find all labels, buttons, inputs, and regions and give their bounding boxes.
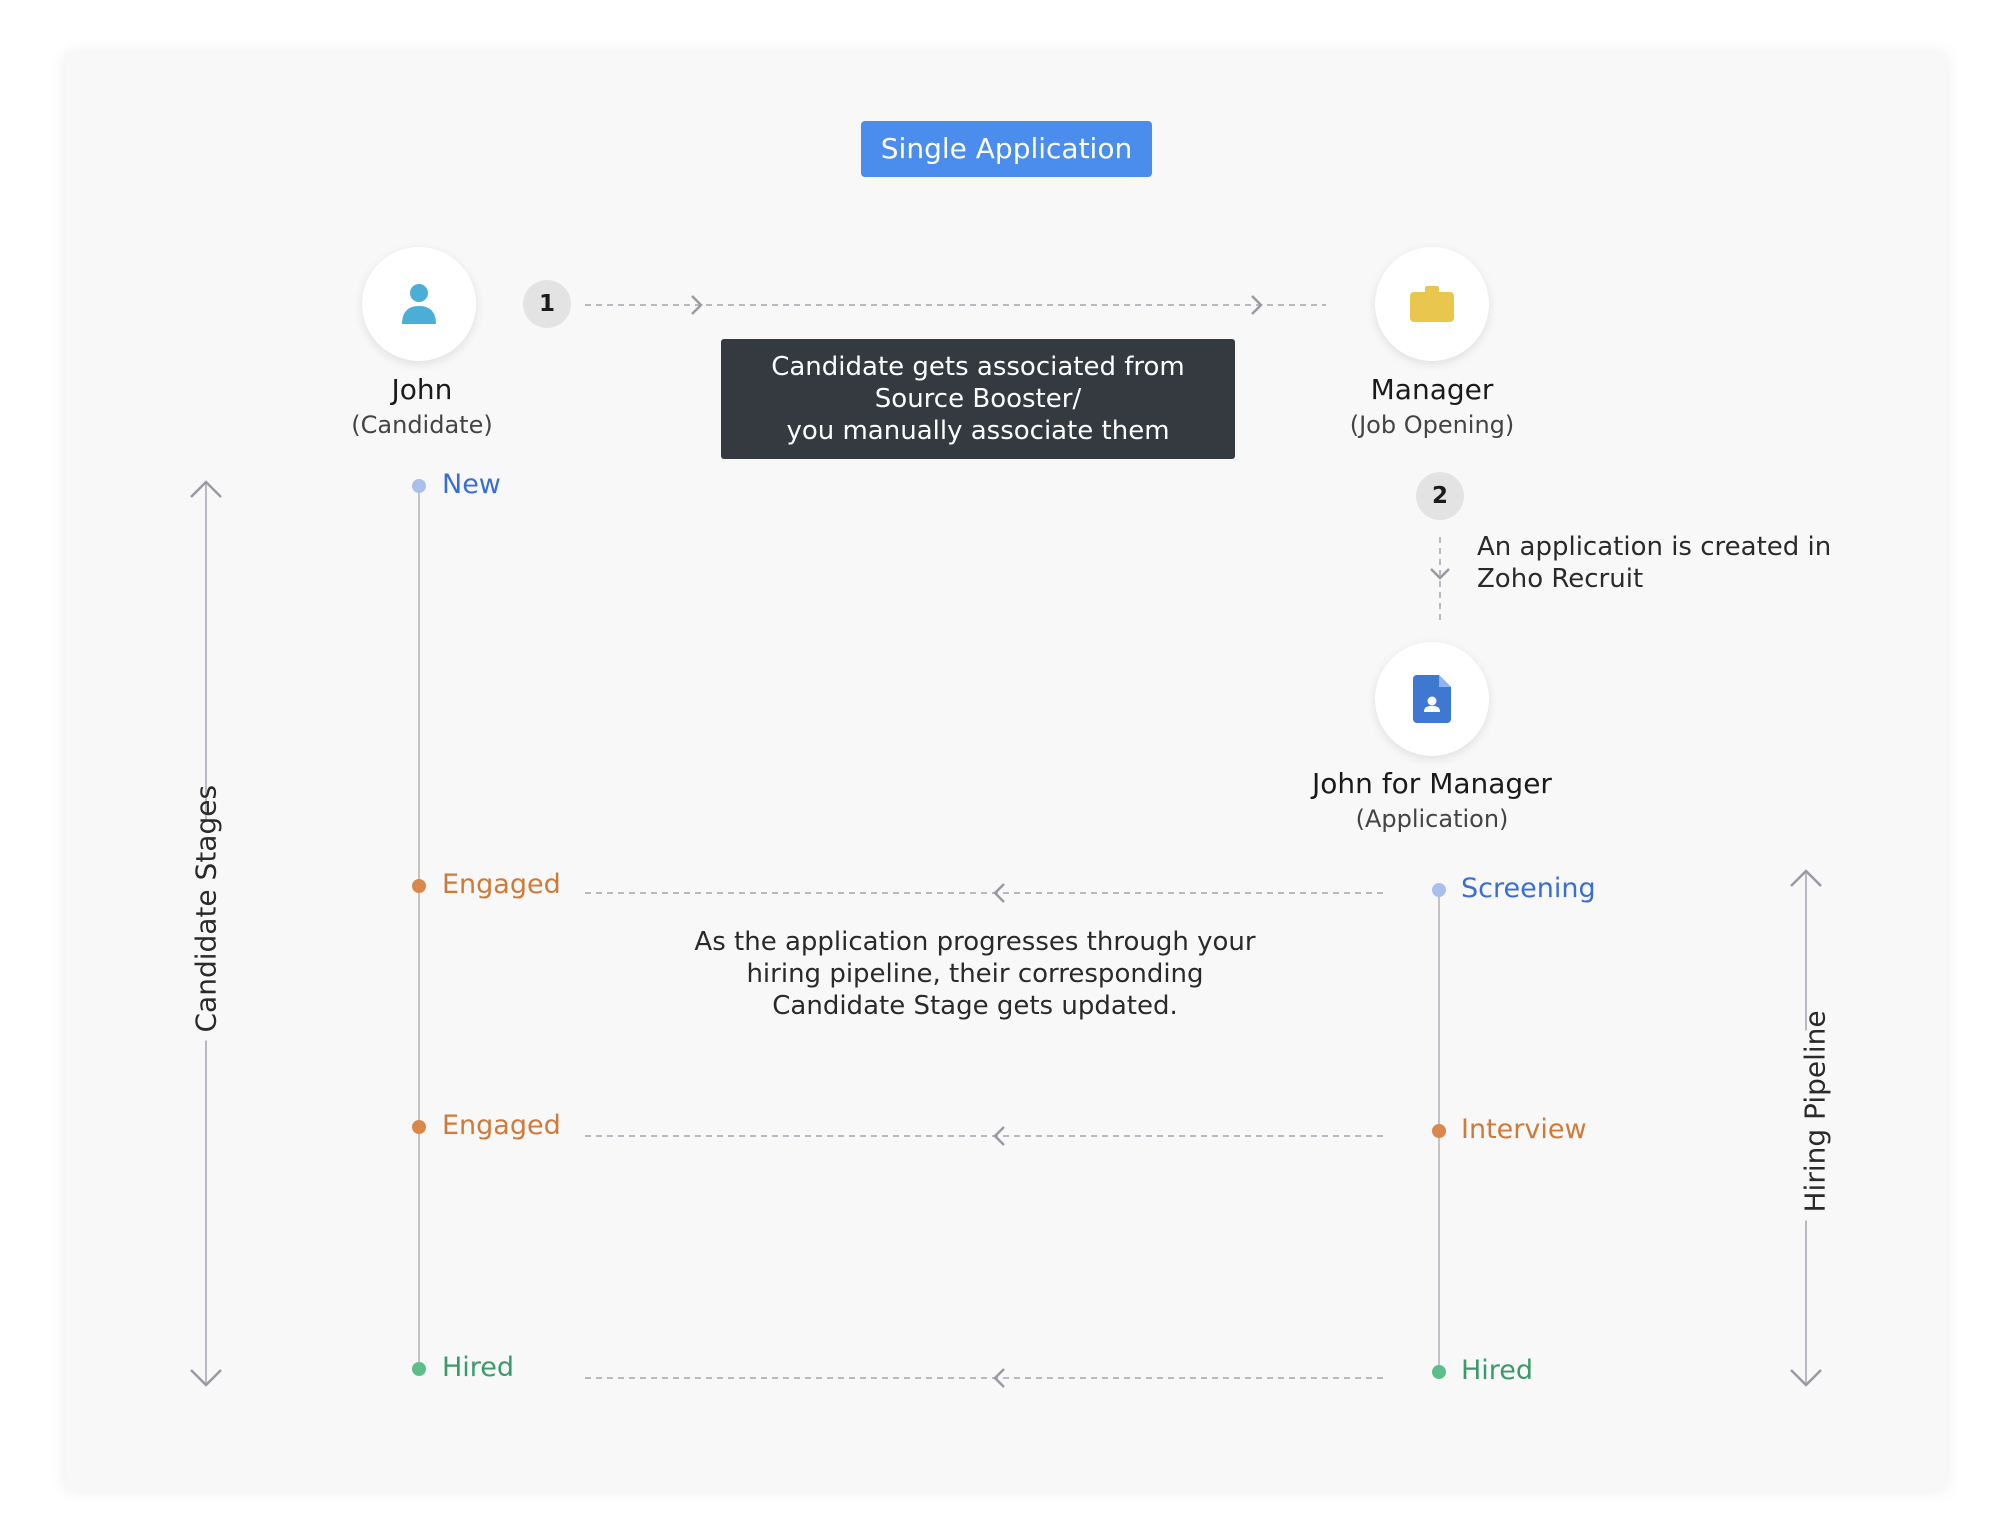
candidate-stage-new: New xyxy=(442,469,501,500)
application-name: John for Manager xyxy=(1312,767,1552,800)
diagram-title: Single Application xyxy=(861,121,1152,177)
step1-description: Candidate gets associated from Source Bo… xyxy=(721,339,1235,459)
sync-arrowhead xyxy=(993,883,1005,903)
progress-description: As the application progresses through yo… xyxy=(680,926,1270,1022)
step2-line: An application is created in xyxy=(1477,532,1832,562)
stage-dot-hired xyxy=(412,1362,426,1376)
candidate-stages-label: Candidate Stages xyxy=(189,785,223,1041)
application-node xyxy=(1375,642,1489,756)
application-role: (Application) xyxy=(1355,805,1509,833)
pipeline-dot-screening xyxy=(1432,883,1446,897)
step1-line: you manually associate them xyxy=(786,416,1170,446)
candidate-name: John xyxy=(391,373,453,406)
job-opening-name: Manager xyxy=(1370,373,1494,406)
sync-arrowhead xyxy=(993,1126,1005,1146)
stage-dot-new xyxy=(412,479,426,493)
job-opening-node xyxy=(1375,247,1489,361)
pipeline-stage-interview: Interview xyxy=(1461,1114,1587,1145)
progress-line: hiring pipeline, their corresponding xyxy=(746,959,1204,989)
step1-line: Candidate gets associated from xyxy=(771,352,1185,382)
candidate-stage-engaged: Engaged xyxy=(442,1110,561,1141)
briefcase-icon xyxy=(1410,286,1454,322)
pipeline-dot-hired xyxy=(1432,1365,1446,1379)
pipeline-dot-interview xyxy=(1432,1124,1446,1138)
pipeline-stage-screening: Screening xyxy=(1461,873,1596,904)
stage-dot-engaged xyxy=(412,1120,426,1134)
hiring-pipeline-label: Hiring Pipeline xyxy=(1798,1010,1832,1221)
document-person-icon xyxy=(1413,675,1451,723)
progress-line: Candidate Stage gets updated. xyxy=(772,991,1178,1021)
candidate-stage-hired: Hired xyxy=(442,1352,515,1383)
job-opening-role: (Job Opening) xyxy=(1349,411,1515,439)
step1-line: Source Booster/ xyxy=(874,384,1082,414)
step2-number: 2 xyxy=(1416,472,1464,520)
sync-arrowhead xyxy=(993,1368,1005,1388)
step2-description: An application is created in Zoho Recrui… xyxy=(1477,531,1857,595)
candidate-node xyxy=(362,247,476,361)
step2-line: Zoho Recruit xyxy=(1477,564,1644,594)
person-icon xyxy=(402,284,436,324)
step1-number: 1 xyxy=(523,280,571,328)
candidate-stage-engaged: Engaged xyxy=(442,869,561,900)
candidate-role: (Candidate) xyxy=(351,411,493,439)
progress-line: As the application progresses through yo… xyxy=(694,927,1256,957)
stage-dot-engaged xyxy=(412,879,426,893)
pipeline-stage-hired: Hired xyxy=(1461,1355,1534,1386)
connector-layer xyxy=(190,295,1822,1388)
